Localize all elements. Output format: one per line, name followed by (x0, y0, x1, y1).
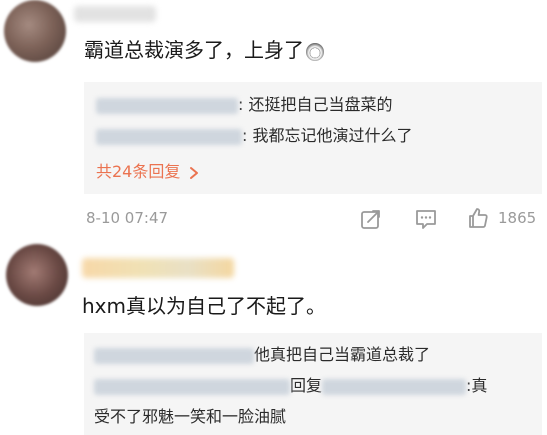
reply-text: : 我都忘记他演过什么了 (242, 126, 413, 145)
reply-line: : 还挺把自己当盘菜的 (96, 91, 392, 115)
reply-box[interactable]: 他真把自己当霸道总裁了 回复 :真 受不了邪魅一笑和一脸油腻 (84, 333, 542, 435)
reply-username-blurred[interactable] (94, 378, 290, 395)
reply-line: 回复 :真 (94, 372, 487, 396)
reply-username-blurred[interactable] (96, 97, 238, 114)
reply-target-blurred[interactable] (322, 378, 467, 395)
reply-username-blurred[interactable] (94, 347, 254, 364)
husky-dog-emoji (306, 42, 324, 61)
reply-text: 他真把自己当霸道总裁了 (254, 345, 431, 364)
thumbs-up-icon (466, 206, 490, 230)
chevron-right-icon (189, 166, 199, 180)
comment-body: 霸道总裁演多了，上身了 (84, 38, 304, 62)
username-blurred[interactable] (82, 258, 234, 278)
like-count: 1865 (498, 209, 537, 227)
comment-text: hxm真以为自己了不起了。 (82, 294, 326, 318)
username-blurred[interactable] (74, 6, 156, 22)
avatar[interactable] (4, 0, 66, 62)
like-button[interactable]: 1865 (466, 206, 536, 230)
comment-timestamp: 8-10 07:47 (86, 209, 169, 227)
reply-text-continuation: 受不了邪魅一笑和一脸油腻 (94, 407, 287, 426)
reply-text: : 还挺把自己当盘菜的 (238, 95, 393, 114)
reply-line: : 我都忘记他演过什么了 (96, 122, 412, 146)
more-replies-link[interactable]: 共24条回复 (96, 158, 199, 182)
reply-text-tail: :真 (466, 376, 488, 395)
reply-box[interactable]: : 还挺把自己当盘菜的 : 我都忘记他演过什么了 共24条回复 (84, 82, 542, 194)
avatar[interactable] (6, 244, 68, 306)
comment-icon[interactable] (414, 207, 438, 231)
share-icon[interactable] (359, 207, 383, 231)
comment-text: 霸道总裁演多了，上身了 (84, 34, 324, 63)
reply-line: 他真把自己当霸道总裁了 (94, 341, 430, 365)
reply-username-blurred[interactable] (96, 128, 242, 145)
more-replies-label: 共24条回复 (96, 162, 181, 181)
reply-word: 回复 (290, 376, 323, 395)
